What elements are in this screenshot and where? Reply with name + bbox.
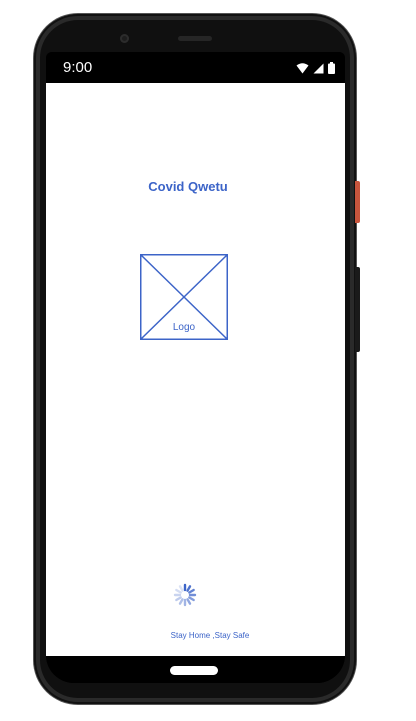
screen: 9:00 Covid Qwetu Logo Stay Home ,Stay Sa… (46, 52, 345, 683)
spinner-icon (172, 582, 198, 608)
earpiece-speaker (178, 36, 212, 41)
logo-label: Logo (172, 322, 196, 333)
status-time: 9:00 (63, 59, 93, 76)
home-gesture-handle[interactable] (170, 666, 218, 675)
cellular-signal-icon (313, 63, 324, 74)
status-bar: 9:00 (46, 52, 345, 83)
tagline: Stay Home ,Stay Safe (170, 631, 250, 640)
navigation-bar (46, 656, 345, 683)
status-icons (296, 62, 335, 74)
battery-icon (328, 62, 335, 74)
app-title: Covid Qwetu (148, 179, 228, 194)
logo-placeholder: Logo (140, 254, 228, 340)
front-camera-icon (120, 34, 129, 43)
volume-button[interactable] (355, 267, 360, 352)
device-frame-stage: 9:00 Covid Qwetu Logo Stay Home ,Stay Sa… (0, 0, 416, 721)
power-button[interactable] (355, 181, 360, 223)
splash-screen: Covid Qwetu Logo Stay Home ,Stay Safe (46, 83, 345, 656)
wifi-icon (296, 62, 309, 74)
